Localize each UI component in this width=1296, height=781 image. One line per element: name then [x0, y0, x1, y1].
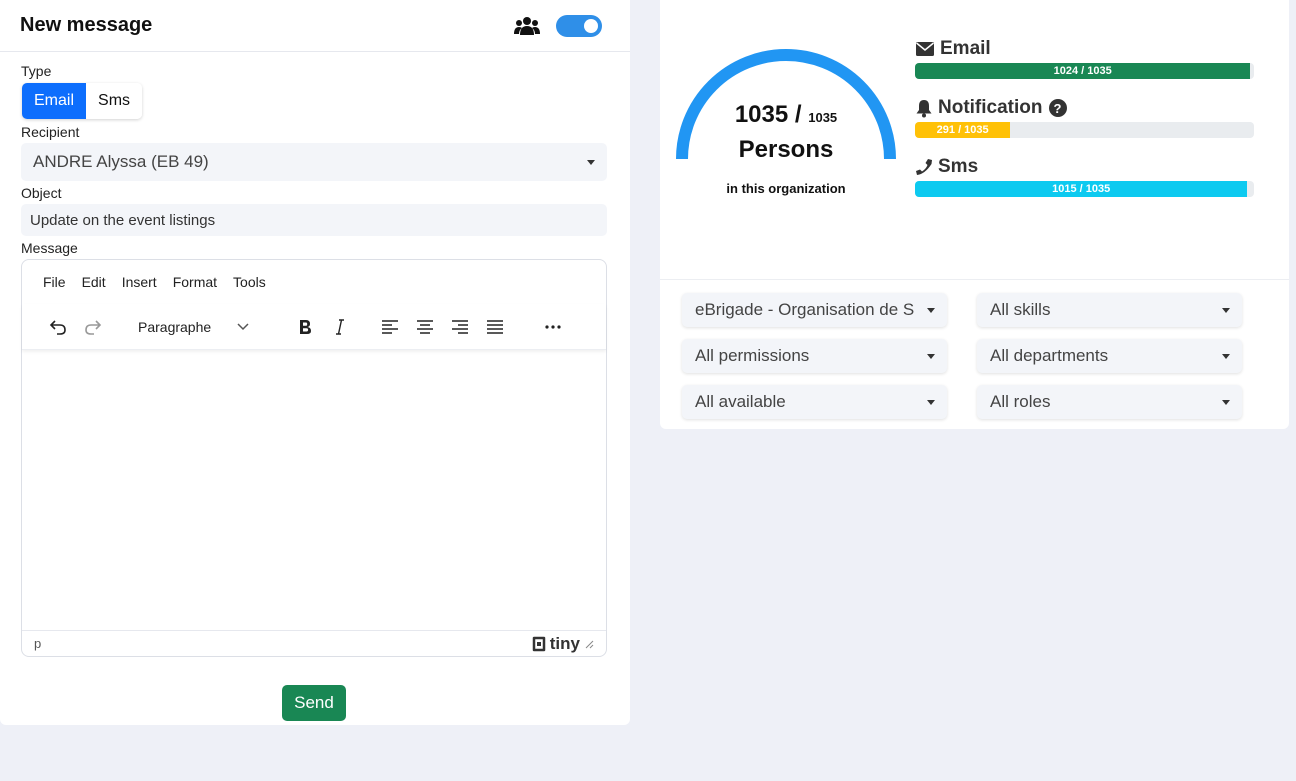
channel-email-name: Email — [940, 38, 991, 59]
available-filter-value: All available — [695, 392, 786, 411]
caret-down-icon — [927, 308, 935, 313]
chevron-down-icon — [237, 322, 249, 330]
gauge-subtitle: in this organization — [726, 181, 846, 196]
skills-filter-value: All skills — [990, 300, 1051, 319]
object-label: Object — [21, 185, 62, 201]
bold-button[interactable] — [287, 312, 322, 342]
gauge-count: 1035 / 1035 — [672, 101, 900, 129]
align-left-button[interactable] — [372, 312, 407, 342]
editor-toolbar: Paragraphe — [22, 304, 606, 350]
align-left-icon — [381, 319, 398, 334]
align-right-icon — [451, 319, 468, 334]
channel-sms-bar: 1015 / 1035 — [915, 181, 1254, 197]
help-icon[interactable]: ? — [1048, 99, 1067, 117]
gauge-total: 1035 / — [734, 101, 802, 128]
redo-button[interactable] — [75, 312, 110, 342]
persons-gauge: 1035 / 1035 Persons in this organization — [672, 45, 900, 215]
align-right-button[interactable] — [442, 312, 477, 342]
channel-sms: Sms 1015 / 1035 — [915, 155, 1255, 197]
bold-icon — [299, 319, 311, 334]
available-filter[interactable]: All available — [682, 385, 947, 419]
envelope-icon — [916, 42, 934, 56]
channel-notification-name: Notification — [938, 97, 1043, 118]
undo-button[interactable] — [40, 312, 75, 342]
redo-icon — [84, 319, 101, 335]
object-input[interactable] — [21, 204, 607, 236]
stats-card: 1035 / 1035 Persons in this organization… — [660, 0, 1289, 429]
justify-button[interactable] — [477, 312, 512, 342]
channel-email-bar: 1024 / 1035 — [915, 63, 1254, 79]
toggle-knob — [584, 18, 598, 33]
element-path: p — [34, 636, 42, 651]
phone-icon — [916, 159, 932, 175]
roles-filter-value: All roles — [990, 392, 1051, 411]
channel-notification-bar: 291 / 1035 — [915, 122, 1254, 138]
align-justify-icon — [486, 319, 503, 334]
send-button[interactable]: Send — [282, 685, 346, 721]
gauge-persons-label: Persons — [738, 136, 834, 163]
caret-down-icon — [927, 400, 935, 405]
type-label: Type — [21, 63, 52, 79]
menu-format[interactable]: Format — [165, 274, 225, 290]
organisation-filter[interactable]: eBrigade - Organisation de S — [682, 293, 947, 327]
channel-notification: Notification ? 291 / 1035 — [915, 96, 1255, 138]
more-button[interactable] — [535, 312, 570, 342]
caret-down-icon — [1222, 400, 1230, 405]
bell-icon — [916, 99, 932, 117]
page-title: New message — [20, 14, 153, 36]
skills-filter[interactable]: All skills — [977, 293, 1242, 327]
compose-header: New message — [0, 0, 630, 52]
caret-down-icon — [587, 160, 595, 165]
more-icon — [544, 324, 561, 329]
undo-icon — [49, 319, 66, 335]
compose-card: New message Type Email Sms Recipient AND… — [0, 0, 630, 725]
roles-filter[interactable]: All roles — [977, 385, 1242, 419]
menu-edit[interactable]: Edit — [74, 274, 114, 290]
menu-file[interactable]: File — [35, 274, 74, 290]
channel-email: Email 1024 / 1035 — [915, 37, 1255, 79]
italic-button[interactable] — [322, 312, 357, 342]
menu-tools[interactable]: Tools — [225, 274, 274, 290]
group-toggle[interactable] — [556, 14, 602, 37]
type-sms-button[interactable]: Sms — [86, 83, 143, 119]
permissions-filter-value: All permissions — [695, 346, 810, 365]
align-center-icon — [416, 319, 433, 334]
type-button-group: Email Sms — [22, 83, 143, 119]
italic-icon — [335, 318, 344, 335]
channel-email-fill: 1024 / 1035 — [915, 63, 1251, 79]
tiny-brand[interactable]: tiny — [531, 634, 580, 654]
recipient-label: Recipient — [21, 124, 80, 140]
caret-down-icon — [1222, 354, 1230, 359]
align-center-button[interactable] — [407, 312, 442, 342]
departments-filter-value: All departments — [990, 346, 1109, 365]
block-format-select[interactable]: Paragraphe — [110, 312, 255, 342]
channel-sms-fill: 1015 / 1035 — [915, 181, 1248, 197]
stats-divider — [660, 279, 1289, 280]
rich-text-editor: File Edit Insert Format Tools Paragraphe — [21, 259, 607, 657]
type-email-button[interactable]: Email — [22, 83, 87, 119]
permissions-filter[interactable]: All permissions — [682, 339, 947, 373]
caret-down-icon — [927, 354, 935, 359]
channel-notification-fill: 291 / 1035 — [915, 122, 1011, 138]
departments-filter[interactable]: All departments — [977, 339, 1242, 373]
recipient-value: ANDRE Alyssa (EB 49) — [33, 152, 209, 171]
recipient-select[interactable]: ANDRE Alyssa (EB 49) — [21, 143, 607, 181]
block-format-value: Paragraphe — [138, 318, 212, 335]
tiny-brand-label: tiny — [549, 633, 580, 653]
users-icon[interactable] — [514, 15, 540, 37]
resize-handle-icon[interactable] — [584, 639, 594, 649]
menu-insert[interactable]: Insert — [114, 274, 165, 290]
message-label: Message — [21, 240, 78, 256]
gauge-total-of: 1035 — [808, 110, 838, 125]
channel-sms-name: Sms — [938, 156, 979, 177]
caret-down-icon — [1222, 308, 1230, 313]
editor-statusbar: p tiny — [22, 630, 606, 656]
editor-menubar: File Edit Insert Format Tools — [22, 260, 606, 304]
organisation-filter-value: eBrigade - Organisation de S — [695, 300, 915, 319]
tiny-logo-icon — [532, 636, 546, 651]
